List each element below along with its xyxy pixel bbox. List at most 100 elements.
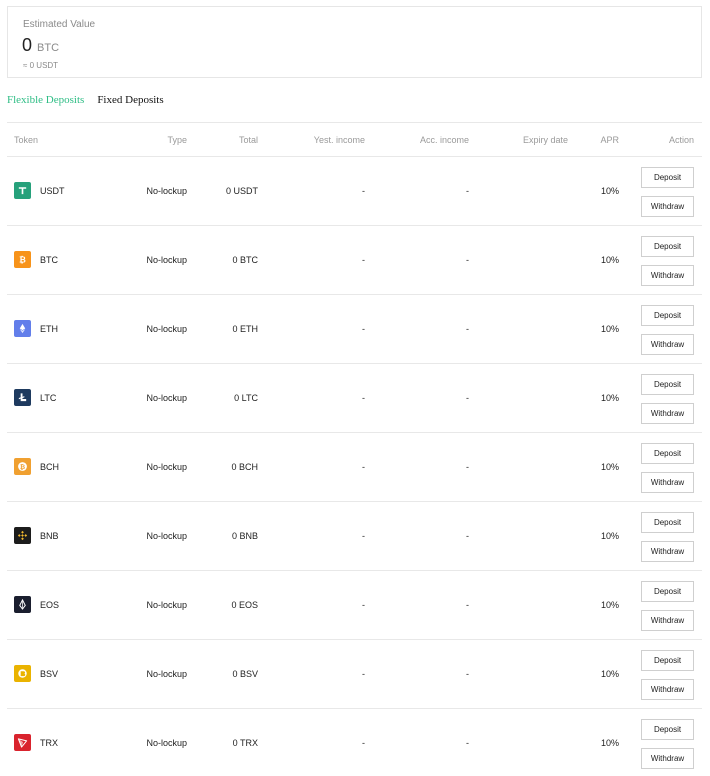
token-name: TRX — [40, 738, 58, 748]
estimated-value-label: Estimated Value — [23, 19, 96, 30]
token-apr: 10% — [600, 738, 619, 748]
svg-text:₿: ₿ — [19, 255, 26, 265]
deposit-button[interactable]: Deposit — [641, 167, 694, 188]
eos-icon — [14, 596, 31, 613]
deposit-button[interactable]: Deposit — [641, 236, 694, 257]
token-apr: 10% — [600, 186, 619, 196]
token-apr: 10% — [600, 669, 619, 679]
header-token: Token — [14, 135, 39, 145]
svg-text:₿: ₿ — [20, 463, 25, 471]
deposit-button[interactable]: Deposit — [641, 374, 694, 395]
header-expiry-date: Expiry date — [522, 135, 568, 145]
header-acc-income: Acc. income — [419, 135, 469, 145]
token-type: No-lockup — [146, 669, 187, 679]
bsv-icon — [14, 665, 31, 682]
bch-icon: ₿ — [14, 458, 31, 475]
token-name: BNB — [40, 531, 59, 541]
estimated-value-approx: ≈ 0 USDT — [23, 61, 59, 70]
token-type: No-lockup — [146, 600, 187, 610]
table-header: Token Type Total Yest. income Acc. incom… — [7, 123, 702, 157]
table-row: BNB No-lockup 0 BNB - - 10% Deposit Withdraw — [7, 502, 702, 571]
table-row: USDT No-lockup 0 USDT - - 10% Deposit Withdraw — [7, 157, 702, 226]
token-type: No-lockup — [146, 186, 187, 196]
trx-icon — [14, 734, 31, 751]
token-total: 0 ETH — [232, 324, 258, 334]
token-acc-income: - — [466, 186, 469, 196]
token-acc-income: - — [466, 255, 469, 265]
token-yest-income: - — [362, 738, 365, 748]
token-type: No-lockup — [146, 531, 187, 541]
token-acc-income: - — [466, 669, 469, 679]
token-acc-income: - — [466, 600, 469, 610]
token-apr: 10% — [600, 531, 619, 541]
token-yest-income: - — [362, 255, 365, 265]
token-name: BTC — [40, 255, 58, 265]
withdraw-button[interactable]: Withdraw — [641, 265, 694, 286]
table-row: EOS No-lockup 0 EOS - - 10% Deposit Withdraw — [7, 571, 702, 640]
token-yest-income: - — [362, 669, 365, 679]
token-yest-income: - — [362, 462, 365, 472]
header-total: Total — [238, 135, 258, 145]
token-apr: 10% — [600, 600, 619, 610]
deposit-button[interactable]: Deposit — [641, 581, 694, 602]
btc-icon: ₿ — [14, 251, 31, 268]
token-name: BCH — [40, 462, 60, 472]
header-apr: APR — [600, 135, 619, 145]
token-total: 0 TRX — [232, 738, 258, 748]
withdraw-button[interactable]: Withdraw — [641, 541, 694, 562]
token-apr: 10% — [600, 324, 619, 334]
token-yest-income: - — [362, 186, 365, 196]
token-type: No-lockup — [146, 255, 187, 265]
withdraw-button[interactable]: Withdraw — [641, 334, 694, 355]
token-type: No-lockup — [146, 324, 187, 334]
deposit-tabs: Flexible Deposits Fixed Deposits — [7, 94, 164, 106]
ltc-icon — [14, 389, 31, 406]
token-acc-income: - — [466, 393, 469, 403]
table-row: LTC No-lockup 0 LTC - - 10% Deposit Withdraw — [7, 364, 702, 433]
token-name: BSV — [40, 669, 59, 679]
withdraw-button[interactable]: Withdraw — [641, 748, 694, 769]
tab-fixed-deposits[interactable]: Fixed Deposits — [97, 94, 163, 106]
token-type: No-lockup — [146, 393, 187, 403]
deposit-button[interactable]: Deposit — [641, 719, 694, 740]
withdraw-button[interactable]: Withdraw — [641, 472, 694, 493]
deposit-button[interactable]: Deposit — [641, 305, 694, 326]
withdraw-button[interactable]: Withdraw — [641, 610, 694, 631]
deposit-button[interactable]: Deposit — [641, 443, 694, 464]
table-row: ETH No-lockup 0 ETH - - 10% Deposit Withdraw — [7, 295, 702, 364]
withdraw-button[interactable]: Withdraw — [641, 196, 694, 217]
token-yest-income: - — [362, 600, 365, 610]
token-yest-income: - — [362, 324, 365, 334]
token-name: LTC — [40, 393, 57, 403]
header-type: Type — [167, 135, 187, 145]
table-row: BSV No-lockup 0 BSV - - 10% Deposit Withdraw — [7, 640, 702, 709]
token-yest-income: - — [362, 393, 365, 403]
table-row: ₿ BTC No-lockup 0 BTC - - 10% Deposit Withdraw — [7, 226, 702, 295]
usdt-icon — [14, 182, 31, 199]
table-row: TRX No-lockup 0 TRX - - 10% Deposit Withdraw — [7, 709, 702, 776]
token-yest-income: - — [362, 531, 365, 541]
token-total: 0 LTC — [234, 393, 258, 403]
deposit-button[interactable]: Deposit — [641, 650, 694, 671]
estimated-value-row: 0 BTC — [22, 35, 59, 56]
table-row: ₿ BCH No-lockup 0 BCH - - 10% Deposit Withdraw — [7, 433, 702, 502]
estimated-value-unit: BTC — [37, 42, 60, 54]
token-acc-income: - — [466, 738, 469, 748]
token-acc-income: - — [466, 462, 469, 472]
withdraw-button[interactable]: Withdraw — [641, 403, 694, 424]
header-yest-income: Yest. income — [313, 135, 365, 145]
token-total: 0 USDT — [225, 186, 258, 196]
token-name: USDT — [40, 186, 65, 196]
token-total: 0 EOS — [231, 600, 258, 610]
estimated-value-card: Estimated Value 0 BTC ≈ 0 USDT — [7, 6, 702, 78]
bnb-icon — [14, 527, 31, 544]
deposit-button[interactable]: Deposit — [641, 512, 694, 533]
token-acc-income: - — [466, 531, 469, 541]
token-apr: 10% — [600, 462, 619, 472]
token-apr: 10% — [600, 255, 619, 265]
token-name: ETH — [40, 324, 58, 334]
withdraw-button[interactable]: Withdraw — [641, 679, 694, 700]
tab-flexible-deposits[interactable]: Flexible Deposits — [7, 94, 84, 106]
token-total: 0 BSV — [232, 669, 258, 679]
eth-icon — [14, 320, 31, 337]
